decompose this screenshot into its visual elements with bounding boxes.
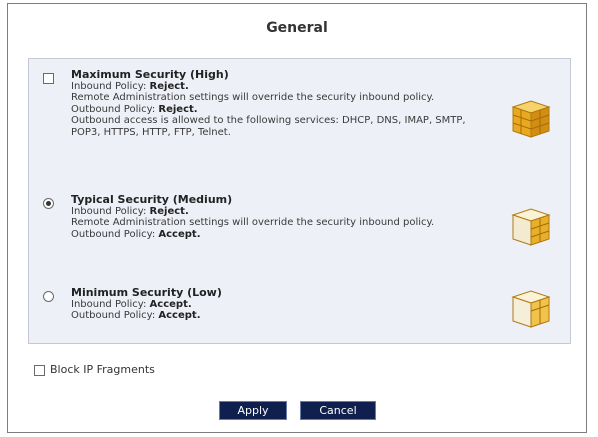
general-dialog: General Maximum Security (High) Inbound … [7,3,587,433]
outbound-policy-value: Accept. [158,228,201,240]
firewall-wall-icon [511,290,551,328]
outbound-policy-line: Outbound Policy: Reject. [71,103,198,115]
inbound-policy-value: Accept. [149,298,192,310]
inbound-policy-value: Reject. [149,205,189,217]
option-title: Minimum Security (Low) [71,286,222,299]
option-title: Typical Security (Medium) [71,193,233,206]
remote-admin-note: Remote Administration settings will over… [71,217,435,228]
outbound-policy-line: Outbound Policy: Accept. [71,228,201,240]
outbound-policy-line: Outbound Policy: Accept. [71,310,201,321]
outbound-services-note: Outbound access is allowed to the follow… [71,115,466,138]
inbound-policy-line: Inbound Policy: Reject. [71,205,189,217]
firewall-wall-icon [511,208,551,246]
option-title: Maximum Security (High) [71,68,229,81]
security-level-panel: Maximum Security (High) Inbound Policy: … [28,58,571,344]
typical-security-radio[interactable] [43,198,54,209]
maximum-security-selector[interactable] [43,73,54,84]
cancel-button[interactable]: Cancel [300,401,376,420]
block-ip-fragments-label: Block IP Fragments [50,363,155,376]
dialog-title: General [266,20,328,36]
inbound-policy-line: Inbound Policy: Accept. [71,298,192,310]
remote-admin-note: Remote Administration settings will over… [71,92,435,103]
inbound-policy-line: Inbound Policy: Reject. [71,80,189,92]
block-ip-fragments-checkbox[interactable] [34,365,45,376]
inbound-policy-value: Reject. [149,80,189,92]
minimum-security-radio[interactable] [43,291,54,302]
apply-button[interactable]: Apply [219,401,287,420]
outbound-policy-value: Accept. [158,310,201,321]
firewall-wall-icon [511,100,551,138]
outbound-policy-value: Reject. [158,103,198,115]
